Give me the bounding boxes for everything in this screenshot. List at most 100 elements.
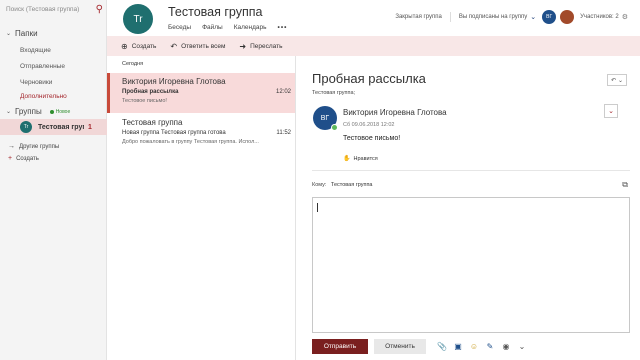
- chevron-down-icon: ⌄: [6, 31, 12, 37]
- folders-heading-label: Папки: [15, 29, 38, 38]
- message-title: Пробная рассылка: [312, 71, 426, 86]
- like-label: Нравится: [353, 155, 378, 162]
- gear-icon[interactable]: ⚙: [622, 13, 628, 21]
- reply-body-editor[interactable]: [312, 197, 630, 333]
- new-dot-icon: [49, 109, 54, 114]
- text-caret: [317, 203, 318, 212]
- command-toolbar: ⊕ Создать ↶ Ответить всем ➜ Переслать: [107, 36, 640, 56]
- members-label: Участников: 2: [580, 14, 619, 20]
- discard-button[interactable]: Отменить: [374, 338, 426, 354]
- user-avatar[interactable]: ВГ: [542, 10, 557, 24]
- folder-more[interactable]: Дополнительно: [20, 93, 67, 100]
- reply-all-button[interactable]: ↶ Ответить всем: [170, 42, 225, 51]
- search-input[interactable]: Поиск (Тестовая группа): [6, 6, 96, 13]
- message-preview: Добро пожаловать в группу Тестовая групп…: [122, 139, 259, 145]
- to-field[interactable]: Кому: Тестовая группа: [312, 182, 373, 188]
- message-subject-row: Пробная рассылка 12:02: [122, 89, 295, 95]
- unread-count: 1: [88, 123, 92, 131]
- sender-name[interactable]: Виктория Игоревна Глотова: [343, 108, 447, 117]
- page-title: Тестовая группа: [168, 5, 263, 19]
- forward-label: Переслать: [250, 42, 283, 50]
- send-button[interactable]: Отправить: [312, 338, 368, 354]
- tab-calendar[interactable]: Календарь: [234, 24, 267, 31]
- other-groups-link[interactable]: → Другие группы: [8, 143, 59, 150]
- create-label: Создать: [131, 42, 157, 50]
- pop-out-icon[interactable]: ⧉: [622, 180, 628, 190]
- chevron-down-icon: ⌄: [618, 77, 624, 84]
- to-recipient: Тестовая группа: [330, 182, 373, 188]
- group-header: Tr Тестовая группа Беседы Файлы Календар…: [107, 0, 640, 36]
- new-badge-label: Новое: [55, 108, 71, 115]
- plus-icon: +: [8, 155, 13, 162]
- search-box[interactable]: Поиск (Тестовая группа) ⚲: [6, 3, 103, 16]
- group-name: Тестовая группа: [38, 123, 84, 131]
- message-body: Тестовое письмо!: [343, 135, 401, 142]
- header-controls: Закрытая группа Вы подписаны на группу ⌄…: [395, 10, 628, 24]
- chevron-down-icon: ⌄: [530, 14, 537, 21]
- message-sender: Тестовая группа: [122, 118, 183, 127]
- members-button[interactable]: Участников: 2 ⚙: [580, 13, 628, 21]
- message-time: 11:52: [276, 130, 291, 136]
- group-tabs: Беседы Файлы Календарь •••: [168, 24, 287, 31]
- search-icon[interactable]: ⚲: [96, 4, 103, 15]
- reply-options-dropdown[interactable]: ↶ ⌄: [607, 74, 627, 86]
- format-text-icon[interactable]: ✎: [482, 339, 498, 354]
- chevron-down-icon: ⌄: [6, 109, 12, 115]
- like-button[interactable]: ✋ Нравится: [343, 155, 378, 163]
- folder-sent[interactable]: Отправленные: [20, 63, 65, 70]
- date-group-header: Сегодня: [122, 61, 144, 67]
- message-time: 12:02: [275, 89, 291, 95]
- online-status-icon: [331, 124, 338, 131]
- forward-button[interactable]: ➜ Переслать: [239, 42, 282, 51]
- to-label: Кому:: [312, 182, 327, 188]
- message-sender: Виктория Игоревна Глотова: [122, 77, 226, 86]
- folder-drafts[interactable]: Черновики: [20, 79, 52, 86]
- groups-heading[interactable]: ⌄ Группы Новое: [6, 107, 70, 116]
- sender-avatar[interactable]: ВГ: [313, 106, 338, 131]
- message-preview: Тестовое письмо!: [122, 98, 167, 104]
- group-header-avatar: Tr: [123, 4, 153, 34]
- sent-date: Сб 09.06.2018 12:02: [343, 122, 395, 128]
- reading-pane: Пробная рассылка Тестовая группа; ↶ ⌄ ВГ…: [296, 56, 640, 360]
- left-sidebar: Поиск (Тестовая группа) ⚲ ⌄ Папки Входящ…: [0, 0, 107, 360]
- sender-initials: ВГ: [320, 114, 330, 122]
- forward-arrow-icon: ➜: [239, 41, 247, 51]
- folder-inbox[interactable]: Входящие: [20, 47, 51, 54]
- recipient-group: Тестовая группа;: [312, 90, 356, 96]
- tab-conversations[interactable]: Беседы: [168, 24, 191, 31]
- user-photo-avatar[interactable]: [560, 10, 575, 24]
- create-group-label: Создать: [16, 155, 39, 162]
- create-group-link[interactable]: + Создать: [8, 155, 39, 162]
- message-actions-button[interactable]: ⌄: [604, 104, 618, 118]
- tab-files[interactable]: Файлы: [202, 24, 223, 31]
- groups-heading-label: Группы: [15, 107, 42, 116]
- new-badge: Новое: [49, 108, 71, 115]
- sidebar-item-test-group[interactable]: Tr Тестовая группа 1: [0, 119, 107, 135]
- reply-all-icon: ↶: [170, 41, 178, 51]
- folders-heading[interactable]: ⌄ Папки: [6, 29, 38, 38]
- message-subject: Новая группа Тестовая группа готова: [122, 130, 226, 136]
- chevron-down-icon[interactable]: ⌄: [514, 339, 530, 354]
- subscription-dropdown[interactable]: Вы подписаны на группу ⌄: [459, 13, 536, 21]
- privacy-label: Закрытая группа: [395, 14, 442, 20]
- plus-circle-icon: ⊕: [121, 41, 128, 51]
- message-subject: Пробная рассылка: [122, 89, 179, 95]
- subscription-label: Вы подписаны на группу: [458, 14, 528, 20]
- other-groups-label: Другие группы: [19, 143, 60, 150]
- reply-icon: ↶: [610, 77, 616, 84]
- more-options-icon[interactable]: ◉: [498, 339, 514, 354]
- list-item[interactable]: Виктория Игоревна Глотова Пробная рассыл…: [107, 73, 295, 113]
- attach-icon[interactable]: 📎: [434, 339, 450, 354]
- insert-picture-icon[interactable]: ▣: [450, 339, 466, 354]
- compose-actions: Отправить Отменить 📎 ▣ ☺ ✎ ◉ ⌄: [312, 338, 630, 354]
- more-menu-icon[interactable]: •••: [278, 24, 288, 31]
- emoji-icon[interactable]: ☺: [466, 339, 482, 354]
- thumbs-up-icon: ✋: [343, 156, 351, 162]
- message-subject-row: Новая группа Тестовая группа готова 11:5…: [122, 130, 295, 136]
- group-avatar: Tr: [20, 121, 32, 133]
- list-item[interactable]: Тестовая группа Новая группа Тестовая гр…: [107, 114, 295, 154]
- chevron-down-icon: ⌄: [608, 108, 614, 115]
- divider: [312, 170, 630, 171]
- arrow-right-icon: →: [8, 143, 15, 150]
- create-button[interactable]: ⊕ Создать: [121, 42, 156, 51]
